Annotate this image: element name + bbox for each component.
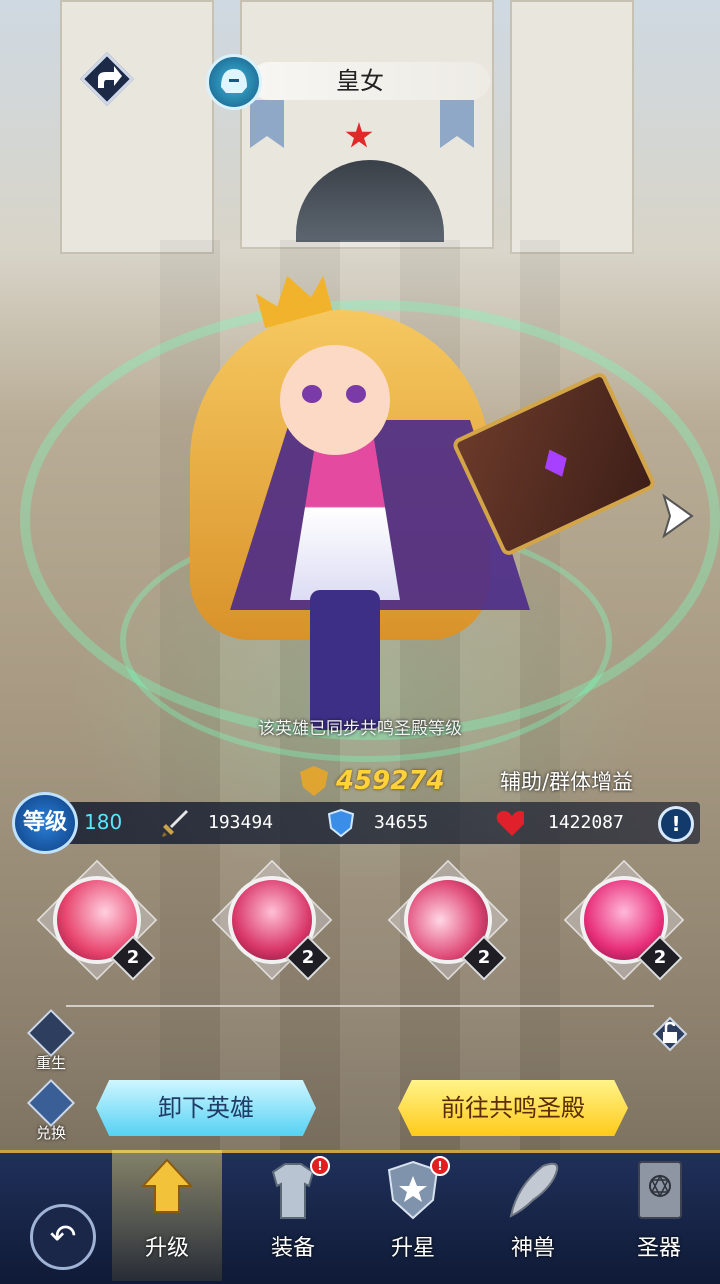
sword-icon xyxy=(162,810,188,837)
heart-icon xyxy=(496,810,524,836)
castle-tower-left xyxy=(60,0,214,254)
tab-star-up[interactable]: ! 升星 xyxy=(358,1150,468,1281)
helmet-icon xyxy=(221,69,247,93)
unequip-hero-button[interactable]: 卸下英雄 xyxy=(96,1080,316,1136)
spellbook-icon xyxy=(638,1161,682,1219)
skill-level: 2 xyxy=(653,947,667,968)
rebirth-label: 重生 xyxy=(35,1054,66,1072)
tab-upgrade[interactable]: 升级 xyxy=(112,1150,222,1281)
tab-upgrade-label: 升级 xyxy=(144,1236,189,1261)
tab-equipment-label: 装备 xyxy=(270,1236,315,1261)
skill-slot[interactable]: 2 xyxy=(563,859,685,981)
equipment-alert-badge: ! xyxy=(310,1156,330,1176)
attack-value: 193494 xyxy=(208,812,274,833)
share-button[interactable] xyxy=(80,52,134,106)
hero-face xyxy=(280,345,390,455)
wing-icon xyxy=(509,1162,559,1218)
shield-icon xyxy=(327,808,355,838)
upgrade-icon xyxy=(140,1158,194,1213)
hp-value: 1422087 xyxy=(548,812,624,833)
level-badge: 等级 xyxy=(12,792,78,854)
power-value: 459274 xyxy=(336,766,445,796)
goto-resonance-button[interactable]: 前往共鸣圣殿 xyxy=(398,1080,628,1136)
skill-level: 2 xyxy=(126,947,140,968)
tab-beast-label: 神兽 xyxy=(510,1236,555,1261)
unlock-icon[interactable] xyxy=(650,1014,690,1054)
hero-role: 辅助/群体增益 xyxy=(500,770,634,794)
divider xyxy=(66,1005,654,1007)
skill-level: 2 xyxy=(301,947,315,968)
sync-notice: 该英雄已同步共鸣圣殿等级 xyxy=(258,719,462,739)
rebirth-button[interactable]: 重生 xyxy=(26,1008,76,1072)
hero-eye-left xyxy=(302,385,322,403)
hero-name: 皇女 xyxy=(336,67,384,95)
hero-legs xyxy=(310,590,380,730)
unequip-button-label: 卸下英雄 xyxy=(158,1094,254,1122)
tab-artifact[interactable]: 圣器 xyxy=(604,1150,714,1281)
exchange-icon xyxy=(26,1078,76,1128)
skill-level: 2 xyxy=(477,947,491,968)
tab-beast[interactable]: 神兽 xyxy=(478,1150,588,1281)
hero-class-icon[interactable] xyxy=(206,54,262,110)
back-arrow-icon: ↶ xyxy=(49,1217,77,1255)
hero-character[interactable] xyxy=(150,270,658,740)
level-value: 180 xyxy=(84,810,123,834)
exchange-button[interactable]: 兑换 xyxy=(26,1078,76,1142)
skill-slot[interactable]: 2 xyxy=(387,859,509,981)
tab-artifact-label: 圣器 xyxy=(636,1236,681,1261)
rebirth-icon xyxy=(26,1008,76,1058)
star-up-alert-badge: ! xyxy=(430,1156,450,1176)
back-button[interactable]: ↶ xyxy=(30,1204,96,1270)
exchange-label: 兑换 xyxy=(35,1124,66,1142)
info-button[interactable]: ! xyxy=(658,806,694,842)
defense-value: 34655 xyxy=(374,812,429,833)
skill-slot[interactable]: 2 xyxy=(36,859,158,981)
tab-equipment[interactable]: ! 装备 xyxy=(238,1150,348,1281)
next-hero-arrow-icon[interactable] xyxy=(658,492,698,540)
tab-star-up-label: 升星 xyxy=(390,1236,435,1261)
castle-tower-right xyxy=(510,0,634,254)
resonance-button-label: 前往共鸣圣殿 xyxy=(441,1094,585,1122)
gem-icon xyxy=(539,444,573,481)
skill-slot[interactable]: 2 xyxy=(211,859,333,981)
hero-eye-right xyxy=(346,385,366,403)
share-arrow-icon xyxy=(98,66,122,88)
level-badge-label: 等级 xyxy=(22,810,67,835)
